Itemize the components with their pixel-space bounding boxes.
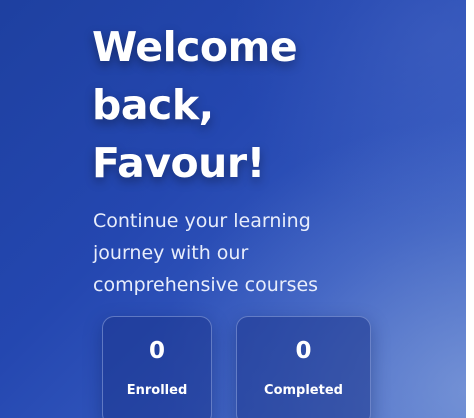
completed-stat-card: 0 Completed xyxy=(236,316,371,418)
enrolled-stat-card: 0 Enrolled xyxy=(102,316,212,418)
welcome-heading-line: back, xyxy=(92,81,214,129)
enrolled-label: Enrolled xyxy=(126,383,188,398)
welcome-subtitle-line: journey with our xyxy=(93,242,249,264)
welcome-hero: Welcome back, Favour! Continue your lear… xyxy=(0,0,466,418)
completed-count: 0 xyxy=(295,338,312,364)
page-edge xyxy=(466,0,474,418)
welcome-heading-line: Welcome xyxy=(92,23,298,71)
welcome-subtitle-line: Continue your learning xyxy=(93,210,311,232)
welcome-heading: Welcome back, Favour! xyxy=(92,18,298,192)
enrolled-count: 0 xyxy=(148,338,165,364)
welcome-subtitle: Continue your learning journey with our … xyxy=(93,205,393,301)
welcome-heading-line: Favour! xyxy=(92,139,265,187)
completed-label: Completed xyxy=(264,383,343,398)
welcome-subtitle-line: comprehensive courses xyxy=(93,274,319,296)
